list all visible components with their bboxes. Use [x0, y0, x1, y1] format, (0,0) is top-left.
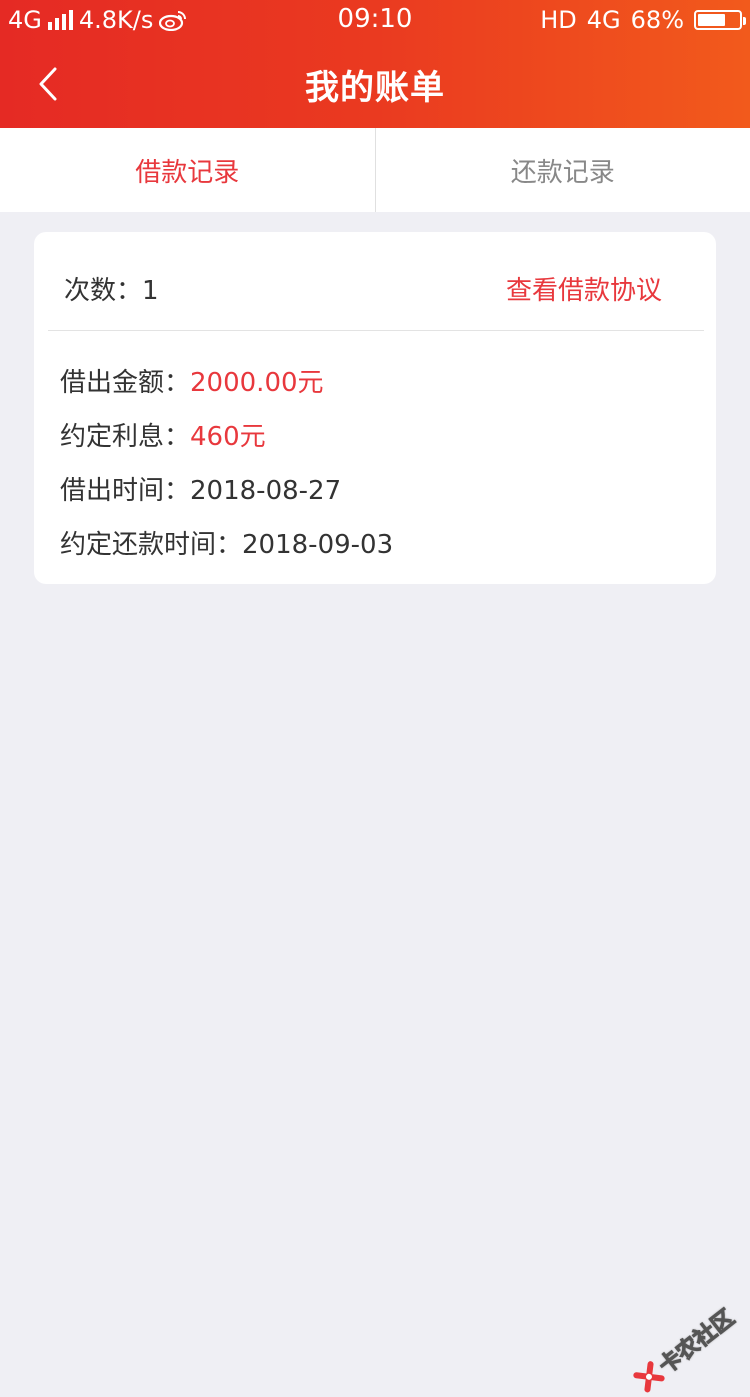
loan-date-value: 2018-08-27 — [190, 476, 341, 506]
page-title: 我的账单 — [0, 60, 750, 109]
battery-percent: 68% — [631, 6, 684, 34]
loan-record-card: 次数：1 查看借款协议 借出金额：2000.00元 约定利息：460元 借出时间… — [34, 232, 716, 584]
battery-level-fill — [698, 14, 725, 26]
battery-icon — [694, 10, 742, 30]
loan-amount-value: 2000.00元 — [190, 368, 324, 398]
network-type-right: 4G — [587, 6, 621, 34]
interest-row: 约定利息：460元 — [60, 416, 266, 453]
view-loan-agreement-link[interactable]: 查看借款协议 — [506, 270, 662, 307]
watermark-text: 卡农社区 — [651, 1301, 740, 1380]
loan-date-label: 借出时间： — [60, 476, 190, 506]
repayment-date-row: 约定还款时间：2018-09-03 — [60, 524, 393, 561]
status-right: HD 4G 68% — [540, 6, 742, 34]
repayment-date-value: 2018-09-03 — [242, 530, 393, 560]
tab-repayment-records[interactable]: 还款记录 — [376, 128, 750, 212]
hd-indicator: HD — [540, 6, 577, 34]
tab-loan-records[interactable]: 借款记录 — [0, 128, 375, 212]
loan-amount-row: 借出金额：2000.00元 — [60, 362, 324, 399]
watermark: 卡农社区 — [629, 1301, 740, 1397]
status-bar: 4G 4.8K/s 09:10 HD 4G 68% — [0, 0, 750, 40]
loan-count-label: 次数： — [64, 276, 142, 306]
loan-count: 次数：1 — [64, 270, 159, 307]
loan-date-row: 借出时间：2018-08-27 — [60, 470, 341, 507]
header-bar: 4G 4.8K/s 09:10 HD 4G 68% — [0, 0, 750, 128]
interest-label: 约定利息： — [60, 422, 190, 452]
interest-value: 460元 — [190, 422, 266, 452]
card-header: 次数：1 查看借款协议 — [48, 232, 704, 331]
repayment-date-label: 约定还款时间： — [60, 530, 242, 560]
loan-amount-label: 借出金额： — [60, 368, 190, 398]
tab-bar: 借款记录 还款记录 — [0, 128, 750, 212]
loan-count-value: 1 — [142, 276, 159, 306]
